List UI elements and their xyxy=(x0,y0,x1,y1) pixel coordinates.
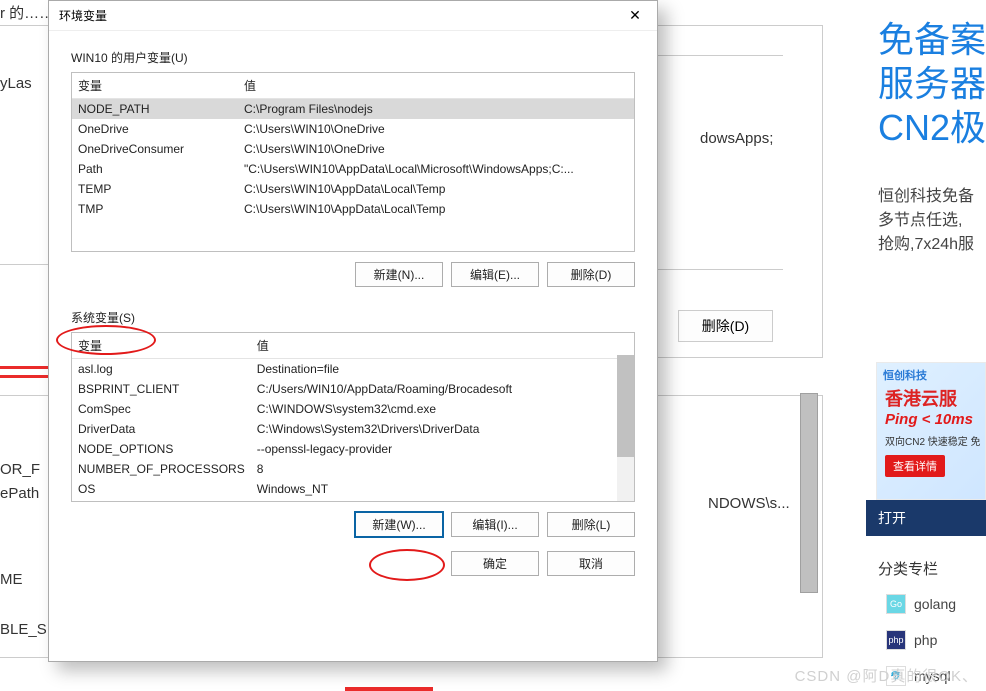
table-row[interactable]: NODE_OPTIONS--openssl-legacy-provider xyxy=(72,439,634,459)
bg-text-fragment: OR_F ePath xyxy=(0,458,40,506)
cancel-button[interactable]: 取消 xyxy=(547,551,635,576)
table-row[interactable]: DriverDataC:\Windows\System32\Drivers\Dr… xyxy=(72,419,634,439)
scrollbar[interactable] xyxy=(617,355,634,501)
bg-red-separator xyxy=(0,366,48,378)
bg-text-fragment: NDOWS\s... xyxy=(708,495,790,512)
category-item-golang[interactable]: Gogolang xyxy=(886,594,986,614)
table-row[interactable]: Path"C:\Users\WIN10\AppData\Local\Micros… xyxy=(72,159,634,179)
bg-delete-button[interactable]: 删除(D) xyxy=(678,310,773,342)
promo-title: 免备案 服务器 CN2极 xyxy=(866,18,986,150)
table-row[interactable]: OSWindows_NT xyxy=(72,479,634,499)
user-delete-button[interactable]: 删除(D) xyxy=(547,262,635,287)
bg-text-fragment: dowsApps; xyxy=(700,130,773,147)
sys-new-button[interactable]: 新建(W)... xyxy=(355,512,443,537)
col-header-var[interactable]: 变量 xyxy=(72,333,251,359)
col-header-var[interactable]: 变量 xyxy=(72,73,238,99)
table-row[interactable]: TEMPC:\Users\WIN10\AppData\Local\Temp xyxy=(72,179,634,199)
col-header-val[interactable]: 值 xyxy=(251,333,634,359)
table-row[interactable]: asl.logDestination=file xyxy=(72,359,634,380)
ok-button[interactable]: 确定 xyxy=(451,551,539,576)
bg-text-fragment: ME xyxy=(0,571,23,588)
table-row[interactable]: TMPC:\Users\WIN10\AppData\Local\Temp xyxy=(72,199,634,219)
close-icon[interactable]: ✕ xyxy=(613,1,657,31)
table-row[interactable]: NODE_PATHC:\Program Files\nodejs xyxy=(72,99,634,120)
dialog-title: 环境变量 xyxy=(59,7,107,24)
bg-text-fragment: BLE_S xyxy=(0,621,47,638)
table-row[interactable]: BSPRINT_CLIENTC:/Users/WIN10/AppData/Roa… xyxy=(72,379,634,399)
table-row[interactable]: ComSpecC:\WINDOWS\system32\cmd.exe xyxy=(72,399,634,419)
user-vars-table[interactable]: 变量 值 NODE_PATHC:\Program Files\nodejsOne… xyxy=(71,72,635,252)
category-item-php[interactable]: phpphp xyxy=(886,630,986,650)
user-vars-label: WIN10 的用户变量(U) xyxy=(71,49,635,66)
ad-cta-button[interactable]: 查看详情 xyxy=(885,455,945,477)
promo-text: 恒创科技免备 多节点任选, 抢购,7x24h服 xyxy=(878,185,986,257)
open-button[interactable]: 打开 xyxy=(866,500,986,536)
bg-scrollbar[interactable] xyxy=(800,393,818,593)
ad-ping: Ping < 10ms xyxy=(885,411,973,428)
env-vars-dialog: 环境变量 ✕ WIN10 的用户变量(U) 变量 值 NODE_PATHC:\P… xyxy=(48,0,658,662)
system-vars-table[interactable]: 变量 值 asl.logDestination=fileBSPRINT_CLIE… xyxy=(71,332,635,502)
dialog-titlebar[interactable]: 环境变量 ✕ xyxy=(49,1,657,31)
watermark: CSDN @阿D真的很OK、 xyxy=(795,665,978,686)
col-header-val[interactable]: 值 xyxy=(238,73,634,99)
ad-logo: 恒创科技 xyxy=(883,367,927,383)
user-edit-button[interactable]: 编辑(E)... xyxy=(451,262,539,287)
scrollbar-thumb[interactable] xyxy=(617,355,634,457)
bg-red-bar xyxy=(345,687,433,691)
table-row[interactable]: OneDriveConsumerC:\Users\WIN10\OneDrive xyxy=(72,139,634,159)
sidebar-ad[interactable]: 恒创科技 香港云服 Ping < 10ms 双向CN2 快速稳定 免 查看详情 xyxy=(876,362,986,500)
bg-text-fragment: yLas xyxy=(0,75,32,92)
table-row[interactable]: NUMBER_OF_PROCESSORS8 xyxy=(72,459,634,479)
ad-sub: 双向CN2 快速稳定 免 xyxy=(885,433,981,448)
category-title: 分类专栏 xyxy=(878,558,986,579)
table-row[interactable]: OneDriveC:\Users\WIN10\OneDrive xyxy=(72,119,634,139)
ad-headline: 香港云服 xyxy=(885,385,957,411)
system-vars-label: 系统变量(S) xyxy=(71,309,635,326)
right-sidebar: 免备案 服务器 CN2极 恒创科技免备 多节点任选, 抢购,7x24h服 恒创科… xyxy=(866,0,986,690)
sys-edit-button[interactable]: 编辑(I)... xyxy=(451,512,539,537)
user-new-button[interactable]: 新建(N)... xyxy=(355,262,443,287)
sys-delete-button[interactable]: 删除(L) xyxy=(547,512,635,537)
